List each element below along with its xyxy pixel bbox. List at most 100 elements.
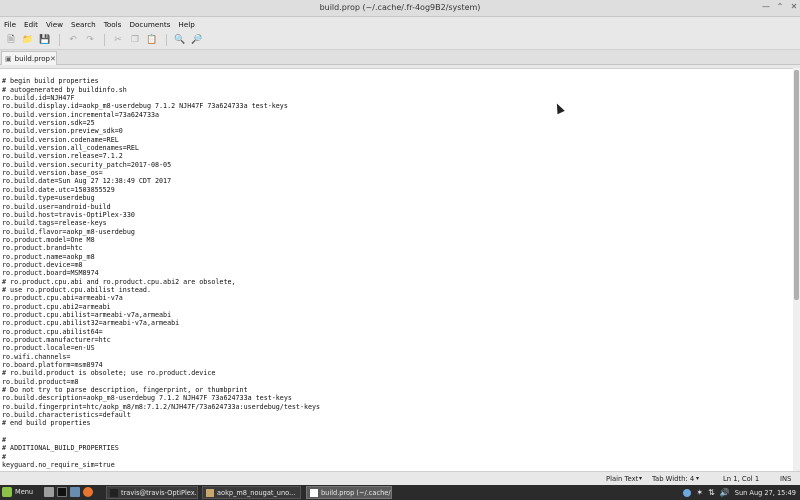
tab-build-prop[interactable]: ▣ build.prop ✕ [1,51,57,65]
text-line[interactable]: ro.product.name=aokp_m8 [0,253,793,261]
menu-tools[interactable]: Tools [104,20,122,29]
open-icon[interactable]: 📁 [21,33,35,47]
menu-file[interactable]: File [4,20,16,29]
text-line[interactable]: ro.product.locale=en-US [0,344,793,352]
tab-width-selector[interactable]: Tab Width: 4 [652,475,694,483]
scrollbar-thumb[interactable] [794,70,799,300]
text-line[interactable]: ro.build.version.all_codenames=REL [0,144,793,152]
text-line[interactable]: # [0,436,793,444]
text-line[interactable]: ro.product.board=MSM8974 [0,269,793,277]
menu-search[interactable]: Search [71,20,96,29]
tab-label: build.prop [14,54,50,63]
text-line[interactable]: # begin build properties [0,77,793,85]
find-replace-icon[interactable]: 🔎 [190,33,204,47]
taskbar-window-button[interactable]: aokp_m8_nougat_uno... [202,486,301,499]
text-line[interactable]: ro.product.device=m8 [0,261,793,269]
new-document-icon[interactable]: 🗎 [4,33,18,47]
text-line[interactable]: # ro.build.product is obsolete; use ro.p… [0,369,793,377]
save-icon[interactable]: 💾 [38,33,52,47]
start-menu-button[interactable]: Menu [2,487,33,497]
syntax-mode-selector[interactable]: Plain Text [606,475,638,483]
text-line[interactable] [0,428,793,436]
text-line[interactable]: # end build properties [0,419,793,427]
terminal-icon[interactable] [57,487,67,497]
volume-icon[interactable]: 🔊 [720,488,730,497]
text-line[interactable]: # Do not try to parse description, finge… [0,386,793,394]
text-line[interactable]: # autogenerated by buildinfo.sh [0,86,793,94]
copy-icon[interactable]: ❐ [128,33,142,47]
text-line[interactable]: keyguard.no_require_sim=true [0,461,793,469]
text-line[interactable]: ro.build.user=android-build [0,203,793,211]
text-line[interactable]: ro.build.display.id=aokp_m8-userdebug 7.… [0,102,793,110]
clock[interactable]: Sun Aug 27, 15:49 [735,489,796,497]
firefox-icon[interactable] [83,487,93,497]
text-line[interactable]: ro.wifi.channels= [0,353,793,361]
text-line[interactable]: ro.product.manufacturer=htc [0,336,793,344]
text-line[interactable]: ro.build.date.utc=1503855529 [0,186,793,194]
text-line[interactable]: ro.build.id=NJH47F [0,94,793,102]
text-line[interactable]: # use ro.product.cpu.abilist instead. [0,286,793,294]
taskbar-window-button[interactable]: build.prop (~/.cache/.f... [306,486,392,499]
text-line[interactable]: ro.build.fingerprint=htc/aokp_m8/m8:7.1.… [0,403,793,411]
network-icon[interactable]: ⇅ [708,488,715,497]
taskbar: Menu travis@travis-OptiPlex... aokp_m8_no… [0,485,800,500]
text-line[interactable] [0,69,793,77]
maximize-icon[interactable]: ⌃ [776,3,784,11]
menu-documents[interactable]: Documents [129,20,170,29]
undo-icon[interactable]: ↶ [66,33,80,47]
file-manager-icon[interactable] [70,487,80,497]
minimize-icon[interactable]: — [762,3,770,11]
vertical-scrollbar[interactable] [793,68,800,471]
text-line[interactable]: ro.build.type=userdebug [0,194,793,202]
menu-help[interactable]: Help [178,20,194,29]
text-line[interactable]: ro.build.host=travis-OptiPlex-330 [0,211,793,219]
redo-icon[interactable]: ↷ [83,33,97,47]
text-line[interactable]: ro.build.product=m8 [0,378,793,386]
show-desktop-icon[interactable] [44,487,54,497]
find-icon[interactable]: 🔍 [173,33,187,47]
text-line[interactable]: ro.build.tags=release-keys [0,219,793,227]
app-icon [110,488,118,497]
text-line[interactable]: ro.product.cpu.abi=armeabi-v7a [0,294,793,302]
text-line[interactable]: ro.product.cpu.abi2=armeabi [0,303,793,311]
text-line[interactable]: ro.build.version.security_patch=2017-08-… [0,161,793,169]
text-line[interactable]: ro.build.flavor=aokp_m8-userdebug [0,228,793,236]
status-bar: Plain Text ▾ Tab Width: 4 ▾ Ln 1, Col 1 … [0,471,800,485]
system-tray: ✶ ⇅ 🔊 Sun Aug 27, 15:49 [683,488,796,497]
taskbar-window-button[interactable]: travis@travis-OptiPlex... [106,486,198,499]
update-manager-icon[interactable] [683,488,692,497]
text-line[interactable]: # ADDITIONAL_BUILD_PROPERTIES [0,444,793,452]
menu-edit[interactable]: Edit [24,20,38,29]
text-line[interactable]: ro.build.version.incremental=73a624733a [0,111,793,119]
text-line[interactable]: # ro.product.cpu.abi and ro.product.cpu.… [0,278,793,286]
tab-close-icon[interactable]: ✕ [50,55,56,63]
bluetooth-icon[interactable]: ✶ [696,488,703,497]
text-line[interactable]: ro.build.version.preview_sdk=0 [0,127,793,135]
text-line[interactable]: ro.build.description=aokp_m8-userdebug 7… [0,394,793,402]
text-line[interactable]: ro.build.version.release=7.1.2 [0,152,793,160]
text-line[interactable]: ro.build.version.sdk=25 [0,119,793,127]
close-icon[interactable]: ✕ [790,3,798,11]
document-icon: ▣ [5,54,12,63]
taskbar-window-label: build.prop (~/.cache/.f... [321,488,392,497]
cut-icon[interactable]: ✂ [111,33,125,47]
text-line[interactable]: ro.build.date=Sun Aug 27 12:38:49 CDT 20… [0,177,793,185]
text-editor-area[interactable]: # begin build properties # autogenerated … [0,68,793,471]
app-icon [206,488,214,497]
paste-icon[interactable]: 📋 [145,33,159,47]
menu-view[interactable]: View [46,20,63,29]
text-line[interactable]: ro.product.cpu.abilist=armeabi-v7a,armea… [0,311,793,319]
insert-mode: INS [780,475,792,483]
text-line[interactable]: ro.product.brand=htc [0,244,793,252]
text-line[interactable]: ro.product.model=One M8 [0,236,793,244]
toolbar-separator [166,34,167,46]
text-line[interactable]: ro.board.platform=msm8974 [0,361,793,369]
text-line[interactable]: ro.build.version.base_os= [0,169,793,177]
text-line[interactable]: ro.product.cpu.abilist32=armeabi-v7a,arm… [0,319,793,327]
title-bar[interactable]: build.prop (~/.cache/.fr-4og9B2/system) … [0,0,800,17]
text-line[interactable]: ro.build.version.codename=REL [0,136,793,144]
text-line[interactable]: ro.build.characteristics=default [0,411,793,419]
text-line[interactable]: # [0,453,793,461]
text-line[interactable]: ro.product.cpu.abilist64= [0,328,793,336]
window-title: build.prop (~/.cache/.fr-4og9B2/system) [319,3,481,12]
